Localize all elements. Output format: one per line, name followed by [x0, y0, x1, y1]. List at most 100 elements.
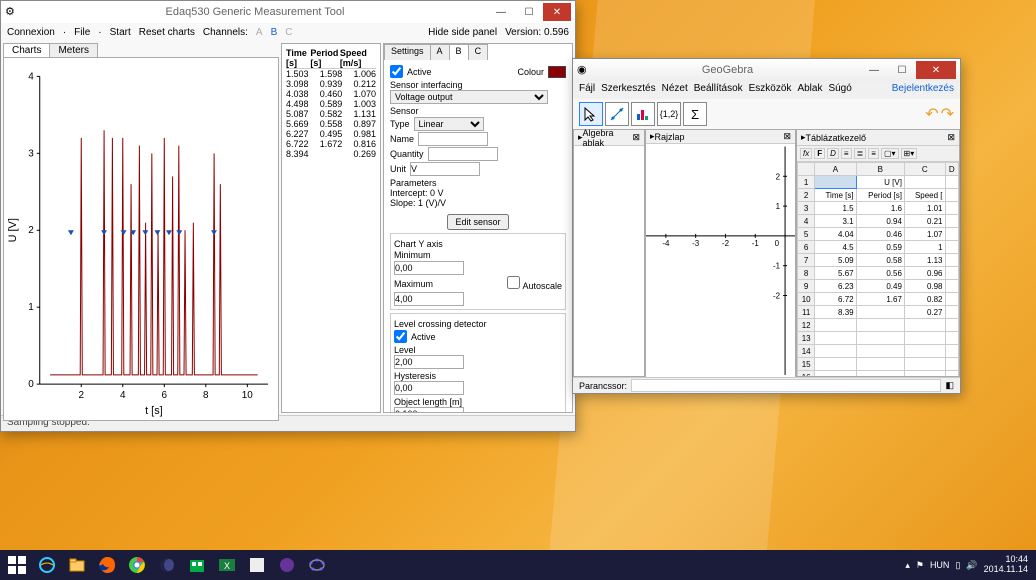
menu-hide-panel[interactable]: Hide side panel [428, 27, 497, 38]
eclipse-icon[interactable] [152, 551, 182, 579]
explorer-icon[interactable] [62, 551, 92, 579]
gg-command-input[interactable] [631, 379, 941, 392]
ss-cell[interactable] [945, 189, 958, 202]
tray-clock[interactable]: 10:44 2014.11.14 [984, 555, 1028, 575]
gg-spreadsheet-close-icon[interactable]: ⊠ [947, 132, 955, 143]
ss-cell[interactable] [945, 202, 958, 215]
ss-cell[interactable] [945, 293, 958, 306]
ss-cell[interactable] [856, 319, 904, 332]
menu-file[interactable]: File [74, 27, 90, 38]
ss-cell[interactable]: 0.56 [856, 267, 904, 280]
ss-row-head[interactable]: 5 [798, 228, 815, 241]
ss-row-head[interactable]: 9 [798, 280, 815, 293]
ss-cell[interactable] [945, 176, 958, 189]
type-select[interactable]: Linear [414, 117, 484, 131]
ss-cell[interactable]: 8.39 [815, 306, 856, 319]
ss-row-head[interactable]: 1 [798, 176, 815, 189]
ss-cell[interactable] [945, 254, 958, 267]
settings-tab-settings[interactable]: Settings [384, 44, 431, 60]
ie-icon[interactable] [32, 551, 62, 579]
ss-cell[interactable]: 5.09 [815, 254, 856, 267]
channel-c[interactable]: C [285, 27, 292, 38]
settings-tab-b[interactable]: B [449, 44, 469, 60]
gg-menu-beállítások[interactable]: Beállítások [694, 83, 743, 97]
min-input[interactable] [394, 261, 464, 275]
ss-cell[interactable]: 0.49 [856, 280, 904, 293]
tool-bars[interactable] [631, 102, 655, 126]
ss-cell[interactable] [945, 371, 958, 377]
ss-cell[interactable] [945, 332, 958, 345]
app-icon-2[interactable] [272, 551, 302, 579]
ss-col-head[interactable]: C [904, 163, 945, 176]
excel-icon[interactable]: X [212, 551, 242, 579]
gg-login-link[interactable]: Bejelentkezés [892, 83, 954, 97]
ss-cell[interactable]: 0.46 [856, 228, 904, 241]
ss-cell[interactable]: Time [s] [815, 189, 856, 202]
ss-row-head[interactable]: 15 [798, 358, 815, 371]
ss-cell[interactable]: 6.23 [815, 280, 856, 293]
tray-flag-icon[interactable]: ⚑ [916, 560, 924, 571]
autoscale-checkbox[interactable] [507, 276, 520, 289]
ss-cell[interactable]: Period [s] [856, 189, 904, 202]
ss-cell[interactable] [856, 358, 904, 371]
menu-start[interactable]: Start [110, 27, 131, 38]
ss-cell[interactable]: 0.59 [856, 241, 904, 254]
firefox-icon[interactable] [92, 551, 122, 579]
channel-a[interactable]: A [256, 27, 263, 38]
ss-cell[interactable] [945, 358, 958, 371]
ss-row-head[interactable]: 2 [798, 189, 815, 202]
ss-cell[interactable]: 0.58 [856, 254, 904, 267]
app-icon-1[interactable] [242, 551, 272, 579]
close-button[interactable]: ✕ [543, 3, 571, 21]
ss-cell[interactable] [904, 371, 945, 377]
ss-col-head[interactable] [798, 163, 815, 176]
gg-menu-eszközök[interactable]: Eszközök [749, 83, 792, 97]
ss-row-head[interactable]: 11 [798, 306, 815, 319]
ss-cell[interactable]: U [V] [856, 176, 904, 189]
chrome-icon[interactable] [122, 551, 152, 579]
geogebra-taskbar-icon[interactable] [302, 551, 332, 579]
ss-cell[interactable] [945, 228, 958, 241]
ss-row-head[interactable]: 10 [798, 293, 815, 306]
tab-meters[interactable]: Meters [49, 43, 98, 57]
ss-cell[interactable]: 1.6 [856, 202, 904, 215]
ss-cell[interactable]: 6.72 [815, 293, 856, 306]
ss-cell[interactable]: 0.94 [856, 215, 904, 228]
ss-cell[interactable] [945, 345, 958, 358]
store-icon[interactable] [182, 551, 212, 579]
gg-maximize-button[interactable]: ☐ [888, 61, 916, 79]
gg-input-help-icon[interactable]: ◧ [945, 380, 954, 391]
ss-cell[interactable] [815, 345, 856, 358]
minimize-button[interactable]: — [487, 3, 515, 21]
ss-row-head[interactable]: 4 [798, 215, 815, 228]
ss-row-head[interactable]: 7 [798, 254, 815, 267]
obj-len-input[interactable] [394, 407, 464, 412]
ss-cell[interactable] [904, 345, 945, 358]
bold-button[interactable]: F [814, 148, 825, 159]
ss-cell[interactable]: 3.1 [815, 215, 856, 228]
italic-button[interactable]: D [827, 148, 839, 159]
tab-charts[interactable]: Charts [3, 43, 50, 57]
ss-cell[interactable]: 5.67 [815, 267, 856, 280]
ss-cell[interactable] [815, 176, 856, 189]
gg-draw-close-icon[interactable]: ⊠ [783, 131, 791, 142]
ss-row-head[interactable]: 8 [798, 267, 815, 280]
ss-cell[interactable] [856, 371, 904, 377]
gg-menu-nézet[interactable]: Nézet [662, 83, 688, 97]
ss-cell[interactable]: 1.07 [904, 228, 945, 241]
ss-cell[interactable]: Speed [ [904, 189, 945, 202]
ss-cell[interactable] [904, 319, 945, 332]
tray-volume-icon[interactable]: 🔊 [966, 560, 977, 571]
ss-cell[interactable]: 1.5 [815, 202, 856, 215]
gg-close-button[interactable]: ✕ [916, 61, 956, 79]
ss-cell[interactable]: 4.04 [815, 228, 856, 241]
tool-list[interactable]: {1,2} [657, 102, 681, 126]
ss-cell[interactable] [945, 280, 958, 293]
ss-cell[interactable] [815, 332, 856, 345]
ss-cell[interactable]: 0.98 [904, 280, 945, 293]
ss-cell[interactable]: 0.96 [904, 267, 945, 280]
ss-cell[interactable]: 0.27 [904, 306, 945, 319]
max-input[interactable] [394, 292, 464, 306]
bg-color-button[interactable]: ▢▾ [881, 148, 899, 159]
ss-cell[interactable] [815, 319, 856, 332]
